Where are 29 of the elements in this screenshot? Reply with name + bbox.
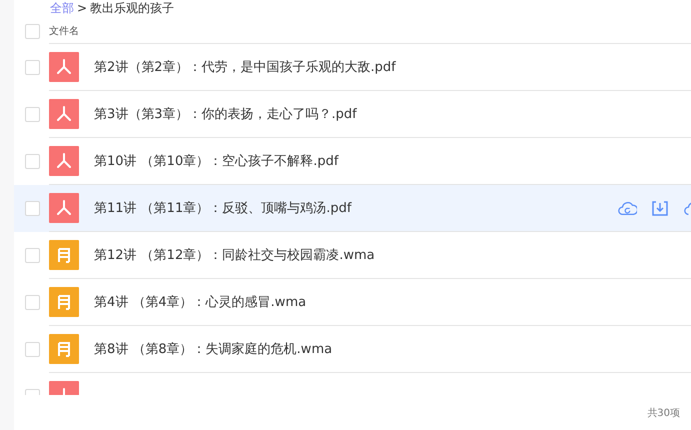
row-checkbox[interactable] bbox=[25, 248, 40, 263]
breadcrumb-separator: > bbox=[77, 0, 88, 17]
music-file-icon bbox=[49, 334, 79, 364]
row-checkbox[interactable] bbox=[25, 201, 40, 216]
file-name[interactable]: 第11讲 （第11章）：反驳、顶嘴与鸡汤.pdf bbox=[94, 199, 352, 217]
file-name[interactable]: 第12讲 （第12章）：同龄社交与校园霸凌.wma bbox=[94, 246, 375, 264]
row-checkbox[interactable] bbox=[25, 60, 40, 75]
row-highlight[interactable]: 第11讲 （第11章）：反驳、顶嘴与鸡汤.pdf bbox=[14, 185, 691, 232]
pdf-file-icon bbox=[49, 99, 79, 129]
pdf-file-icon bbox=[49, 193, 79, 223]
row-checkbox[interactable] bbox=[25, 295, 40, 310]
breadcrumb-current: 教出乐观的孩子 bbox=[90, 0, 174, 17]
file-name[interactable]: 第4讲 （第4章）：心灵的感冒.wma bbox=[94, 293, 306, 311]
pdf-file-icon bbox=[49, 146, 79, 176]
column-header[interactable]: 文件名 bbox=[49, 24, 79, 38]
file-name[interactable]: 第10讲 （第10章）：空心孩子不解释.pdf bbox=[94, 152, 338, 170]
music-file-icon bbox=[49, 287, 79, 317]
row-checkbox[interactable] bbox=[25, 154, 40, 169]
download-icon[interactable] bbox=[650, 199, 670, 217]
row-checkbox[interactable] bbox=[25, 107, 40, 122]
item-count: 共30项 bbox=[647, 406, 680, 420]
pdf-file-icon bbox=[49, 52, 79, 82]
cloud-icon[interactable] bbox=[617, 199, 637, 217]
music-file-icon bbox=[49, 240, 79, 270]
file-name[interactable]: 第3讲（第3章）：你的表扬，走心了吗？.pdf bbox=[94, 105, 357, 123]
select-all-checkbox[interactable] bbox=[25, 24, 40, 38]
file-name[interactable]: 第8讲 （第8章）：失调家庭的危机.wma bbox=[94, 340, 332, 358]
file-name[interactable]: 第2讲（第2章）：代劳，是中国孩子乐观的大敌.pdf bbox=[94, 58, 396, 76]
row-checkbox[interactable] bbox=[25, 342, 40, 357]
